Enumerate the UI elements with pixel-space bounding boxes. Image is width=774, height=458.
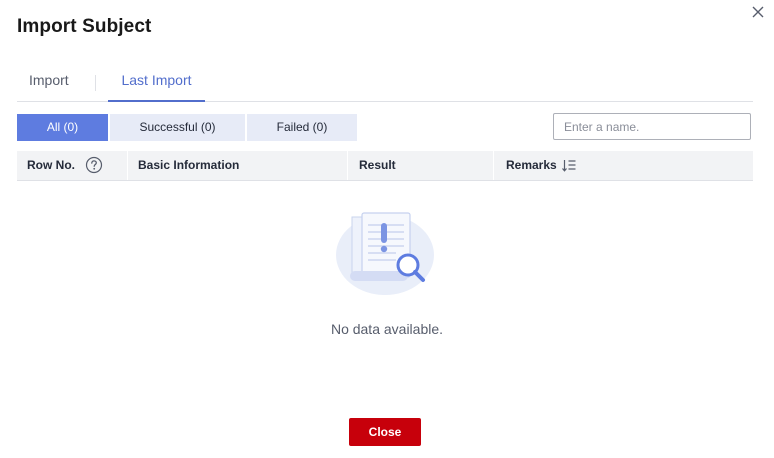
- help-circle-icon[interactable]: [85, 156, 103, 174]
- sort-icon[interactable]: [562, 159, 576, 172]
- empty-data-illustration-icon: [336, 212, 434, 295]
- tab-divider: [95, 75, 96, 91]
- column-basic-information: Basic Information: [138, 158, 240, 172]
- import-subject-dialog: Import Subject Import Last Import All (0…: [0, 0, 774, 458]
- table-header: Row No. Basic Information Result Remarks: [17, 151, 753, 181]
- name-search-input[interactable]: [553, 113, 751, 140]
- column-remarks: Remarks: [506, 158, 557, 172]
- close-icon[interactable]: [750, 4, 766, 20]
- dialog-title: Import Subject: [17, 16, 152, 37]
- tab-bar: Import Last Import: [17, 64, 753, 102]
- filter-failed-button[interactable]: Failed (0): [247, 114, 357, 141]
- filter-all-button[interactable]: All (0): [17, 114, 108, 141]
- column-divider: [127, 151, 128, 180]
- tab-import[interactable]: Import: [29, 72, 69, 100]
- close-button[interactable]: Close: [349, 418, 421, 446]
- column-divider: [493, 151, 494, 180]
- column-divider: [347, 151, 348, 180]
- empty-state-text: No data available.: [330, 321, 444, 337]
- filter-successful-button[interactable]: Successful (0): [110, 114, 245, 141]
- column-row-no: Row No.: [27, 158, 75, 172]
- tab-last-import[interactable]: Last Import: [108, 72, 205, 102]
- column-result: Result: [359, 158, 396, 172]
